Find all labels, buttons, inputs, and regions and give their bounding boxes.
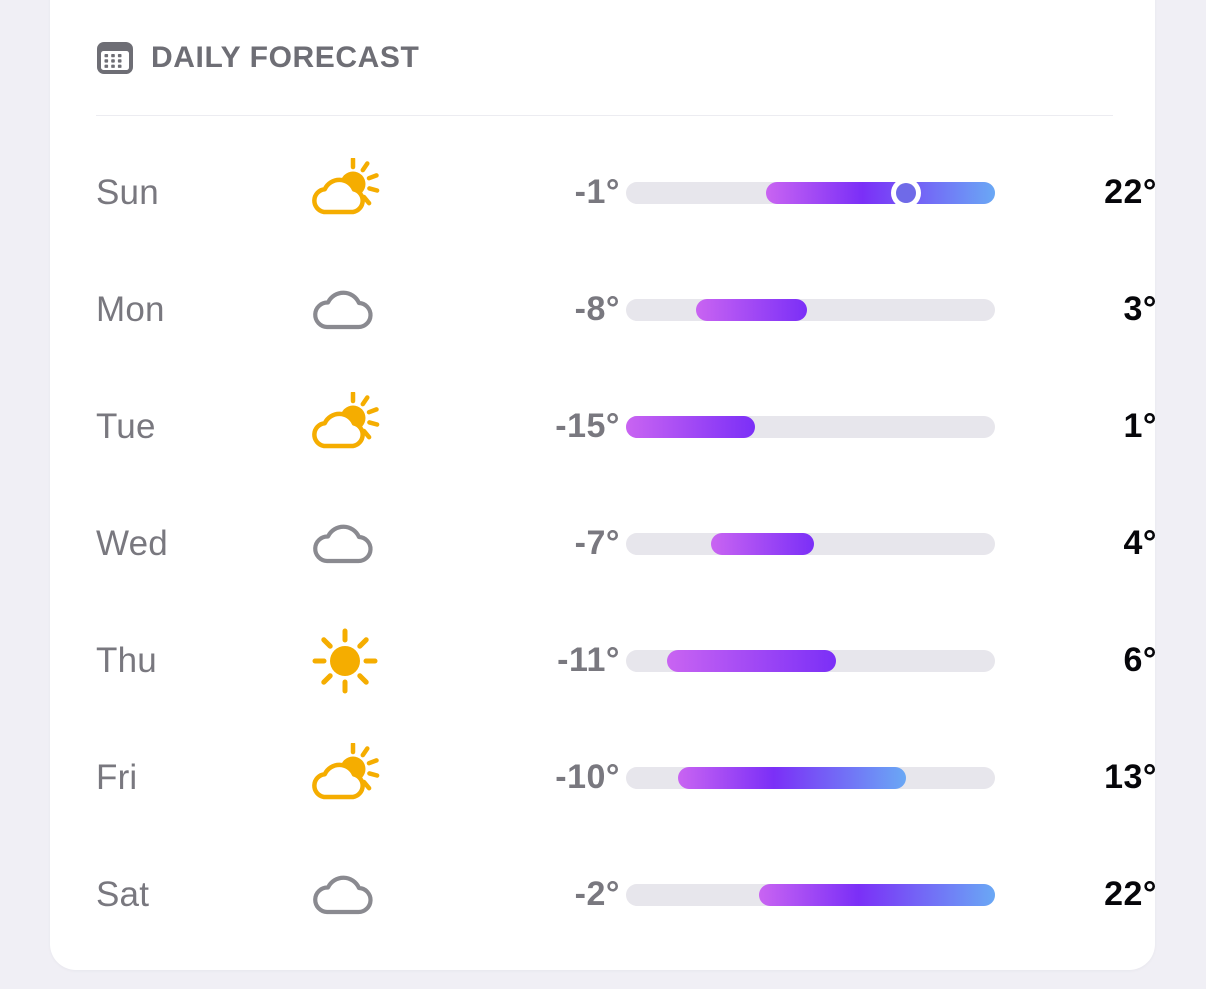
card-header: DAILY FORECAST	[96, 40, 419, 76]
high-temperature: 1°	[1123, 407, 1157, 445]
temperature-range-fill	[696, 298, 807, 321]
low-temperature: -2°	[574, 875, 620, 913]
temperature-range-track[interactable]	[626, 649, 995, 672]
low-temperature: -1°	[574, 173, 620, 211]
low-temperature: -15°	[555, 407, 620, 445]
day-label: Wed	[96, 523, 168, 563]
cloud-icon	[300, 509, 390, 579]
temperature-range-fill	[666, 649, 837, 672]
day-label: Fri	[96, 757, 138, 797]
cloud-icon	[300, 860, 390, 930]
temperature-range-fill	[758, 883, 995, 906]
day-label: Sat	[96, 874, 150, 914]
temperature-range-track[interactable]	[626, 177, 995, 208]
partly-cloudy-icon	[300, 157, 390, 228]
temperature-range-track[interactable]	[626, 883, 995, 906]
day-label: Thu	[96, 640, 157, 680]
forecast-row[interactable]: Thu -11° 6°	[50, 602, 1157, 719]
low-temperature: -8°	[574, 290, 620, 328]
sun-icon	[300, 626, 390, 696]
forecast-row[interactable]: Sun -1° 22°	[50, 134, 1157, 251]
daily-forecast-card: DAILY FORECAST Sun -1° 22° Mon -8° 3° Tue -15° 1…	[50, 0, 1157, 970]
low-temperature: -11°	[557, 641, 620, 679]
forecast-row[interactable]: Mon -8° 3°	[50, 251, 1157, 368]
marker-dot	[896, 182, 917, 203]
partly-cloudy-icon	[300, 391, 390, 462]
high-temperature: 13°	[1104, 758, 1157, 796]
current-temperature-marker[interactable]	[891, 177, 922, 208]
temperature-range-fill	[626, 415, 756, 438]
day-label: Sun	[96, 172, 159, 212]
forecast-row[interactable]: Wed -7° 4°	[50, 485, 1157, 602]
high-temperature: 22°	[1104, 875, 1157, 913]
forecast-row[interactable]: Tue -15° 1°	[50, 368, 1157, 485]
low-temperature: -7°	[574, 524, 620, 562]
high-temperature: 3°	[1123, 290, 1157, 328]
temperature-range-track[interactable]	[626, 766, 995, 789]
forecast-row[interactable]: Sat -2° 22°	[50, 836, 1157, 953]
day-label: Mon	[96, 289, 165, 329]
temperature-range-fill	[766, 181, 995, 204]
temperature-range-track[interactable]	[626, 298, 995, 321]
calendar-icon	[96, 40, 134, 76]
partly-cloudy-icon	[300, 742, 390, 813]
day-label: Tue	[96, 406, 156, 446]
page-title: DAILY FORECAST	[151, 41, 420, 74]
temperature-range-fill	[677, 766, 907, 789]
high-temperature: 22°	[1104, 173, 1157, 211]
forecast-row[interactable]: Fri -10° 13°	[50, 719, 1157, 836]
temperature-range-track[interactable]	[626, 532, 995, 555]
header-divider	[96, 115, 1113, 116]
high-temperature: 6°	[1123, 641, 1157, 679]
temperature-range-fill	[710, 532, 815, 555]
high-temperature: 4°	[1123, 524, 1157, 562]
low-temperature: -10°	[555, 758, 620, 796]
cloud-icon	[300, 275, 390, 345]
forecast-list: Sun -1° 22° Mon -8° 3° Tue -15° 1° Wed -7° 4° Thu -11…	[50, 134, 1157, 953]
temperature-range-track[interactable]	[626, 415, 995, 438]
